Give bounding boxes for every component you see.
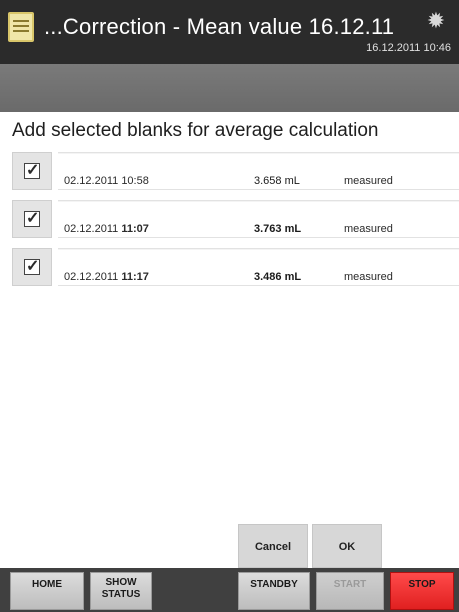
blank-volume: 3.486 mL (254, 271, 302, 283)
show-status-label-line1: SHOW (105, 577, 137, 588)
sub-toolbar (0, 64, 459, 112)
blank-status: measured (344, 223, 393, 235)
blank-date: 02.12.2011 (64, 271, 119, 283)
check-icon: ✓ (26, 210, 40, 227)
blank-status: measured (344, 271, 393, 283)
cancel-button[interactable]: Cancel (238, 524, 308, 568)
blank-checkbox[interactable]: ✓ (12, 200, 52, 238)
standby-button[interactable]: STANDBY (238, 572, 310, 610)
check-icon: ✓ (26, 162, 40, 179)
ok-button[interactable]: OK (312, 524, 382, 568)
home-button[interactable]: HOME (10, 572, 84, 610)
stop-button[interactable]: STOP (390, 572, 454, 610)
blank-entry[interactable]: 02.12.2011 10:58 3.658 mL measured (58, 152, 459, 190)
blank-datetime: 02.12.2011 11:17 (64, 271, 149, 283)
blank-time: 10:58 (121, 175, 149, 187)
blank-checkbox[interactable]: ✓ (12, 248, 52, 286)
show-status-button[interactable]: SHOW STATUS (90, 572, 152, 610)
blank-entry[interactable]: 02.12.2011 11:07 3.763 mL measured (58, 200, 459, 238)
blank-datetime: 02.12.2011 11:07 (64, 223, 149, 235)
blank-time: 11:07 (121, 223, 149, 235)
blank-entry[interactable]: 02.12.2011 11:17 3.486 mL measured (58, 248, 459, 286)
header-datetime: 16.12.2011 10:46 (366, 42, 451, 54)
blank-checkbox[interactable]: ✓ (12, 152, 52, 190)
start-button[interactable]: START (316, 572, 384, 610)
blank-date: 02.12.2011 (64, 175, 119, 187)
gear-icon[interactable]: ✹ (425, 10, 447, 32)
list-item[interactable]: ✓ 02.12.2011 11:17 3.486 mL measured (12, 248, 459, 288)
blank-volume: 3.658 mL (254, 175, 300, 187)
blank-datetime: 02.12.2011 10:58 (64, 175, 149, 187)
check-icon: ✓ (26, 258, 40, 275)
title-bar: ...Correction - Mean value 16.12.11 ✹ 16… (0, 0, 459, 64)
bottom-nav: HOME SHOW STATUS STANDBY START STOP (0, 568, 459, 612)
blank-status: measured (344, 175, 393, 187)
list-item[interactable]: ✓ 02.12.2011 11:07 3.763 mL measured (12, 200, 459, 240)
blank-time: 11:17 (121, 271, 149, 283)
window-title: ...Correction - Mean value 16.12.11 (44, 14, 395, 39)
instruction-text: Add selected blanks for average calculat… (12, 120, 379, 141)
blank-volume: 3.763 mL (254, 223, 302, 235)
blank-date: 02.12.2011 (64, 223, 119, 235)
show-status-label-line2: STATUS (101, 589, 141, 600)
list-item[interactable]: ✓ 02.12.2011 10:58 3.658 mL measured (12, 152, 459, 192)
document-icon (8, 12, 34, 42)
